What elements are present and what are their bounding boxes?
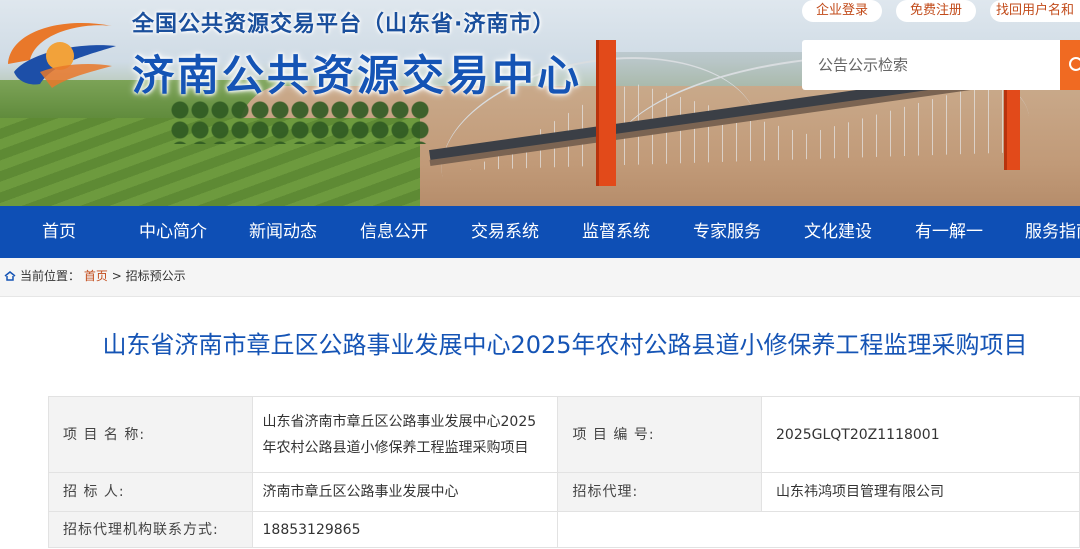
empty-cell <box>557 511 1080 548</box>
breadcrumb-separator: > <box>111 269 122 283</box>
tender-agent-label: 招标代理: <box>557 472 762 512</box>
nav-item-disclosure[interactable]: 信息公开 <box>349 206 439 258</box>
agent-contact-label: 招标代理机构联系方式: <box>48 511 253 548</box>
nav-item-news[interactable]: 新闻动态 <box>238 206 328 258</box>
project-number-label: 项 目 编 号: <box>557 396 762 473</box>
page-title: 山东省济南市章丘区公路事业发展中心2025年农村公路县道小修保养工程监理采购项目 <box>102 331 1028 359</box>
search-button[interactable] <box>1060 40 1080 90</box>
search-input[interactable] <box>802 40 1060 90</box>
nav-item-trading-system[interactable]: 交易系统 <box>460 206 550 258</box>
project-name-label: 项 目 名 称: <box>48 396 253 473</box>
breadcrumb-home-link[interactable]: 首页 <box>84 269 108 283</box>
nav-item-service-guide[interactable]: 服务指南 <box>1015 206 1080 258</box>
breadcrumb-prefix: 当前位置： <box>20 269 81 283</box>
nav-item-culture[interactable]: 文化建设 <box>793 206 883 258</box>
search-box <box>802 40 1060 90</box>
table-row: 招 标 人: 济南市章丘区公路事业发展中心 招标代理: 山东祎鸿项目管理有限公司 <box>48 472 1080 512</box>
nav-item-expert-services[interactable]: 专家服务 <box>682 206 772 258</box>
recover-username-link[interactable]: 找回用户名和 <box>990 0 1080 22</box>
platform-subtitle: 全国公共资源交易平台（山东省·济南市） <box>132 12 556 37</box>
tenderer-value: 济南市章丘区公路事业发展中心 <box>251 472 559 512</box>
breadcrumb: 当前位置： 首页 > 招标预公示 <box>0 258 1080 294</box>
nav-item-about[interactable]: 中心简介 <box>128 206 218 258</box>
tender-agent-value: 山东祎鸿项目管理有限公司 <box>761 472 1080 512</box>
table-row: 项 目 名 称: 山东省济南市章丘区公路事业发展中心2025年农村公路县道小修保… <box>48 396 1080 473</box>
agent-contact-value: 18853129865 <box>251 511 559 548</box>
site-logo[interactable] <box>0 12 124 92</box>
header-banner: 全国公共资源交易平台（山东省·济南市） 济南公共资源交易中心 企业登录 免费注册… <box>0 0 1080 206</box>
search-icon <box>1069 57 1080 71</box>
enterprise-login-link[interactable]: 企业登录 <box>802 0 882 22</box>
content-panel: 山东省济南市章丘区公路事业发展中心2025年农村公路县道小修保养工程监理采购项目… <box>0 296 1080 549</box>
project-name-value: 山东省济南市章丘区公路事业发展中心2025年农村公路县道小修保养工程监理采购项目 <box>251 396 559 473</box>
free-register-link[interactable]: 免费注册 <box>896 0 976 22</box>
nav-item-home[interactable]: 首页 <box>20 206 98 258</box>
nav-item-supervision-system[interactable]: 监督系统 <box>571 206 661 258</box>
main-nav: 首页 中心简介 新闻动态 信息公开 交易系统 监督系统 专家服务 文化建设 有一… <box>0 206 1080 258</box>
tenderer-label: 招 标 人: <box>48 472 253 512</box>
project-info-table: 项 目 名 称: 山东省济南市章丘区公路事业发展中心2025年农村公路县道小修保… <box>48 396 1080 548</box>
home-icon <box>4 271 16 281</box>
table-row: 招标代理机构联系方式: 18853129865 <box>48 511 1080 548</box>
project-number-value: 2025GLQT20Z1118001 <box>761 396 1080 473</box>
site-title: 济南公共资源交易中心 <box>132 51 583 100</box>
nav-item-qa[interactable]: 有一解一 <box>904 206 994 258</box>
breadcrumb-current: 招标预公示 <box>125 269 186 283</box>
